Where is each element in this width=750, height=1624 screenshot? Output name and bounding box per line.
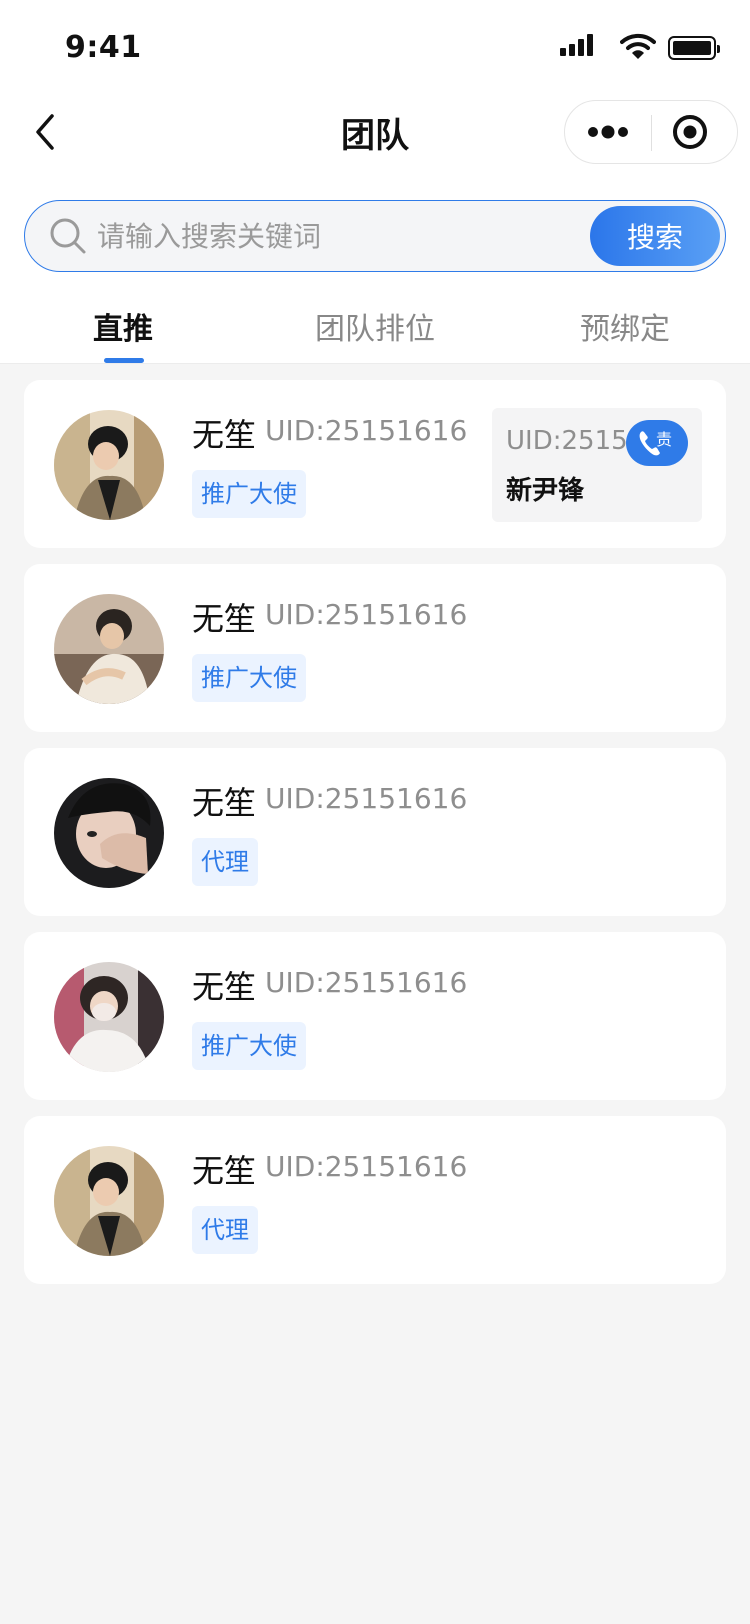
member-name: 无笙 — [192, 416, 257, 454]
search-button[interactable]: 搜索 — [590, 206, 720, 266]
target-close-icon — [673, 115, 707, 149]
member-name: 无笙 — [192, 1152, 257, 1190]
signal-icon — [560, 48, 566, 56]
status-time: 9:41 — [65, 30, 142, 65]
active-tab-indicator — [104, 358, 144, 363]
signal-icon-bar — [587, 34, 593, 56]
battery-level — [673, 41, 711, 55]
signal-icon-bar — [578, 39, 584, 56]
member-uid: UID:25151616 — [265, 966, 468, 999]
referrer-info: UID:2515 新尹锋 责 — [492, 408, 702, 522]
tab-direct[interactable]: 直推 — [93, 304, 153, 348]
signal-icon-bar — [569, 44, 575, 56]
member-card[interactable]: 无笙 UID:25151616 推广大使 — [24, 564, 726, 732]
role-badge: 代理 — [192, 1206, 258, 1254]
tab-pre-binding[interactable]: 预绑定 — [580, 304, 670, 348]
member-name: 无笙 — [192, 784, 257, 822]
avatar — [54, 1146, 164, 1256]
header-area: 9:41 团队 请输入搜索关键词 搜索 直推 团队排位 预绑定 — [0, 0, 750, 364]
member-name: 无笙 — [192, 600, 257, 638]
avatar — [54, 962, 164, 1072]
member-card[interactable]: 无笙 UID:25151616 代理 — [24, 1116, 726, 1284]
wifi-icon — [620, 33, 656, 59]
mini-program-capsule — [564, 100, 738, 164]
member-card[interactable]: 无笙 UID:25151616 代理 — [24, 748, 726, 916]
status-icons — [560, 32, 720, 62]
member-uid: UID:25151616 — [265, 782, 468, 815]
team-page: 9:41 团队 请输入搜索关键词 搜索 直推 团队排位 预绑定 无笙 UID:2… — [0, 0, 750, 1624]
role-badge: 推广大使 — [192, 654, 306, 702]
role-badge: 推广大使 — [192, 1022, 306, 1070]
member-list: 无笙 UID:25151616 推广大使 UID:2515 新尹锋 责 无笙 U… — [24, 380, 726, 1300]
avatar — [54, 410, 164, 520]
avatar — [54, 778, 164, 888]
referrer-name: 新尹锋 — [506, 476, 585, 506]
member-name: 无笙 — [192, 968, 257, 1006]
search-input[interactable] — [97, 211, 597, 261]
role-badge: 代理 — [192, 838, 258, 886]
avatar — [54, 594, 164, 704]
member-card[interactable]: 无笙 UID:25151616 推广大使 — [24, 932, 726, 1100]
tab-bar: 直推 团队排位 预绑定 — [0, 300, 750, 364]
role-badge: 推广大使 — [192, 470, 306, 518]
referrer-uid: UID:2515 — [506, 426, 628, 456]
call-mark: 责 — [656, 430, 673, 449]
member-uid: UID:25151616 — [265, 598, 468, 631]
tab-team-ranking[interactable]: 团队排位 — [315, 304, 435, 348]
member-uid: UID:25151616 — [265, 1150, 468, 1183]
member-card[interactable]: 无笙 UID:25151616 推广大使 UID:2515 新尹锋 责 — [24, 380, 726, 548]
member-uid: UID:25151616 — [265, 414, 468, 447]
search-bar: 搜索 — [24, 200, 726, 272]
battery-icon — [668, 36, 720, 60]
search-icon — [50, 218, 86, 254]
call-button[interactable]: 责 — [626, 420, 688, 466]
close-button[interactable] — [652, 101, 738, 163]
more-dots-icon — [588, 125, 628, 139]
more-button[interactable] — [565, 101, 651, 163]
